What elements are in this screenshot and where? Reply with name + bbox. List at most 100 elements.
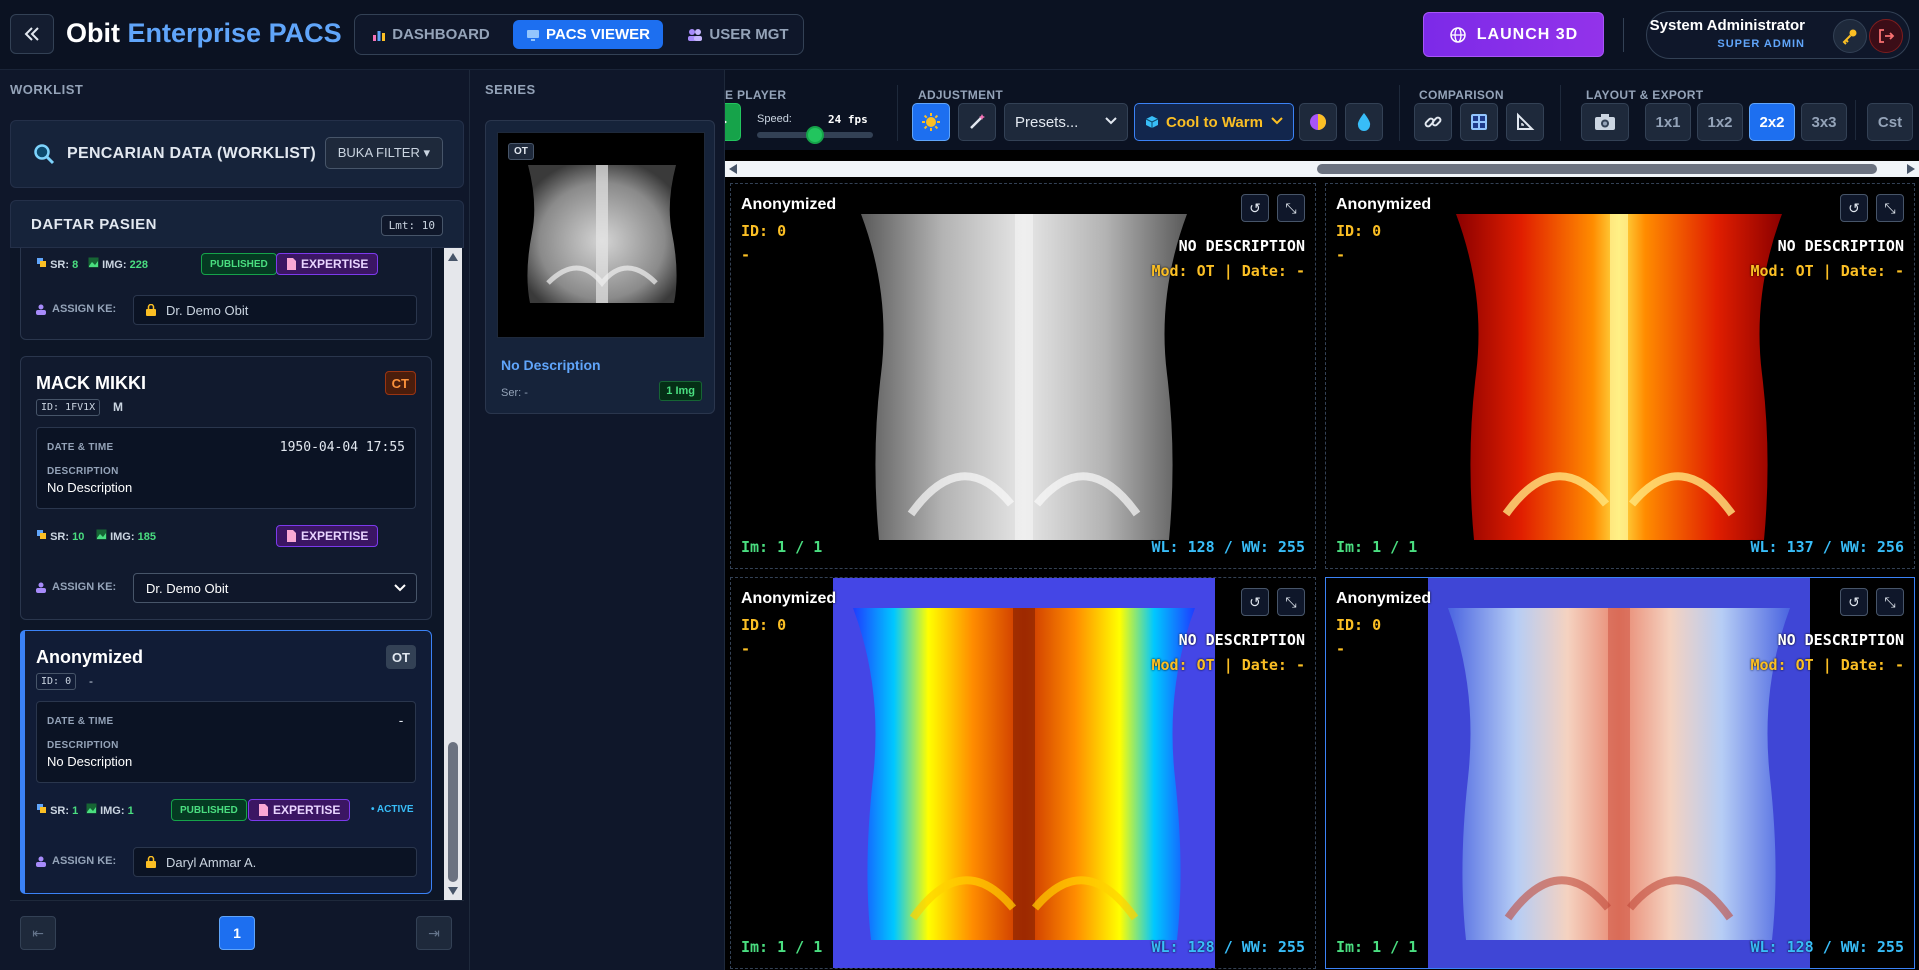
viewport-3[interactable]: Anonymized ID: 0 - NO DESCRIPTION Mod: O… (730, 577, 1316, 969)
scroll-down-arrow[interactable] (448, 887, 458, 895)
layout-custom-button[interactable]: Cst (1867, 103, 1913, 141)
patient-card-active[interactable]: Anonymized OT ID: 0 - DATE & TIME - DESC… (20, 630, 432, 894)
open-filter-button[interactable]: BUKA FILTER ▾ (324, 137, 443, 169)
tab-pacs-viewer[interactable]: PACS VIEWER (513, 20, 663, 49)
screenshot-button[interactable] (1581, 103, 1629, 141)
horizontal-scrollbar-thumb[interactable] (1317, 164, 1877, 174)
viewport-extra-info: - (1336, 246, 1346, 264)
viewport-maximize-button[interactable]: ⤡ (1277, 588, 1305, 616)
toolbar-divider (1855, 100, 1856, 140)
expertise-button[interactable]: EXPERTISE (276, 253, 379, 275)
sharpen-button[interactable] (1345, 103, 1383, 141)
viewport-maximize-button[interactable]: ⤡ (1876, 194, 1904, 222)
sr-count: SR: 10 (36, 529, 84, 543)
window-level-button[interactable] (912, 103, 950, 141)
layout-section-title: LAYOUT & EXPORT (1586, 88, 1704, 102)
tab-dashboard[interactable]: DASHBOARD (365, 20, 497, 49)
patient-card[interactable]: MACK MIKKI CT ID: 1FV1X M DATE & TIME 19… (20, 356, 432, 620)
img-count: IMG: 1 (86, 803, 134, 817)
viewport-4-selected[interactable]: Anonymized ID: 0 - NO DESCRIPTION Mod: O… (1325, 577, 1915, 969)
measure-button[interactable] (1506, 103, 1544, 141)
expertise-button[interactable]: EXPERTISE (276, 525, 379, 547)
collapse-sidebar-button[interactable] (10, 14, 54, 54)
expertise-button[interactable]: EXPERTISE (248, 799, 351, 821)
cube-icon (1145, 116, 1159, 128)
assign-doctor-select[interactable]: Dr. Demo Obit (133, 573, 417, 603)
launch-3d-label: LAUNCH 3D (1476, 25, 1579, 43)
viewport-description: NO DESCRIPTION (1178, 237, 1305, 255)
camera-icon (1595, 114, 1615, 130)
layout-1x1-button[interactable]: 1x1 (1645, 103, 1691, 141)
compare-grid-button[interactable] (1460, 103, 1498, 141)
speed-slider-thumb[interactable] (806, 126, 824, 144)
viewport-reset-button[interactable]: ↺ (1840, 194, 1868, 222)
xray-image-hot (1446, 214, 1792, 540)
page-number-current[interactable]: 1 (219, 916, 255, 950)
viewport-reset-button[interactable]: ↺ (1840, 588, 1868, 616)
img-count: IMG: 228 (88, 257, 148, 271)
scrollbar-thumb[interactable] (448, 742, 458, 882)
play-button[interactable] (725, 103, 741, 141)
app-brand: Obit Enterprise PACS (66, 18, 342, 49)
user-name: System Administrator (1649, 17, 1805, 34)
viewport-patient-name: Anonymized (1336, 196, 1432, 213)
viewport-1[interactable]: Anonymized ID: 0 - NO DESCRIPTION Mod: O… (730, 183, 1316, 569)
next-page-button[interactable]: ⇥ (416, 916, 452, 950)
prev-page-button[interactable]: ⇤ (20, 916, 56, 950)
xray-image-jet (833, 578, 1215, 968)
viewport-patient-name: Anonymized (741, 196, 837, 213)
scroll-right-arrow[interactable] (1907, 164, 1915, 174)
magic-wand-icon (970, 114, 985, 129)
image-icon (96, 529, 107, 540)
viewport-patient-id: ID: 0 (741, 222, 787, 240)
scroll-up-arrow[interactable] (448, 253, 458, 261)
viewport-extra-info: - (1336, 640, 1346, 658)
viewport-reset-button[interactable]: ↺ (1241, 194, 1269, 222)
scroll-left-arrow[interactable] (729, 164, 737, 174)
viewport-modality-date: Mod: OT | Date: - (1151, 656, 1305, 674)
launch-3d-button[interactable]: LAUNCH 3D (1423, 12, 1604, 57)
patient-list-title: DAFTAR PASIEN (31, 216, 157, 233)
viewer-toolbar: E PLAYER Speed: 24 fps ADJUSTMENT Preset… (725, 70, 1919, 150)
toolbar-horizontal-scrollbar[interactable] (725, 161, 1919, 177)
viewport-patient-name: Anonymized (741, 590, 837, 607)
patient-list-scrollbar[interactable] (444, 248, 462, 900)
patient-card[interactable]: SR: 8 IMG: 228 PUBLISHED EXPERTISE ASSIG… (20, 248, 432, 340)
viewport-maximize-button[interactable]: ⤡ (1277, 194, 1305, 222)
patient-list: SR: 8 IMG: 228 PUBLISHED EXPERTISE ASSIG… (10, 248, 464, 900)
speed-slider[interactable] (757, 126, 873, 144)
viewport-reset-button[interactable]: ↺ (1241, 588, 1269, 616)
key-icon (1842, 29, 1857, 45)
reset-icon: ↺ (1249, 199, 1261, 216)
viewport-description: NO DESCRIPTION (1777, 631, 1904, 649)
logout-button[interactable] (1869, 19, 1903, 53)
limit-selector[interactable]: Lmt: 10 (380, 215, 443, 236)
layout-2x2-button[interactable]: 2x2 (1749, 103, 1795, 141)
search-icon (34, 144, 55, 165)
search-card: PENCARIAN DATA (WORKLIST) BUKA FILTER ▾ (10, 120, 464, 188)
auto-adjust-button[interactable] (958, 103, 996, 141)
chevron-down-icon (1105, 117, 1117, 125)
sync-link-button[interactable] (1414, 103, 1452, 141)
speed-value: 24 fps (828, 113, 868, 126)
assigned-doctor: Daryl Ammar A. (166, 854, 257, 870)
patient-sex: - (89, 674, 93, 688)
viewport-2[interactable]: Anonymized ID: 0 - NO DESCRIPTION Mod: O… (1325, 183, 1915, 569)
layout-1x2-button[interactable]: 1x2 (1697, 103, 1743, 141)
viewport-maximize-button[interactable]: ⤡ (1876, 588, 1904, 616)
viewport-window-level: WL: 128 / WW: 255 (1750, 938, 1904, 956)
series-title: SERIES (485, 82, 536, 97)
colormap-select[interactable]: Cool to Warm (1134, 103, 1294, 141)
invert-button[interactable] (1299, 103, 1337, 141)
change-password-button[interactable] (1833, 19, 1867, 53)
layout-3x3-button[interactable]: 3x3 (1801, 103, 1847, 141)
viewport-grid: Anonymized ID: 0 - NO DESCRIPTION Mod: O… (725, 183, 1919, 970)
presets-select[interactable]: Presets... (1004, 103, 1128, 141)
series-card[interactable]: OT No Description Ser: - 1 Img (485, 120, 715, 414)
study-details: DATE & TIME 1950-04-04 17:55 DESCRIPTION… (36, 427, 416, 509)
reset-icon: ↺ (1848, 199, 1860, 216)
sr-count: SR: 8 (36, 257, 78, 271)
description-label: DESCRIPTION (47, 740, 119, 751)
speed-label: Speed: (757, 113, 792, 125)
tab-user-mgt[interactable]: USER MGT (679, 20, 797, 49)
